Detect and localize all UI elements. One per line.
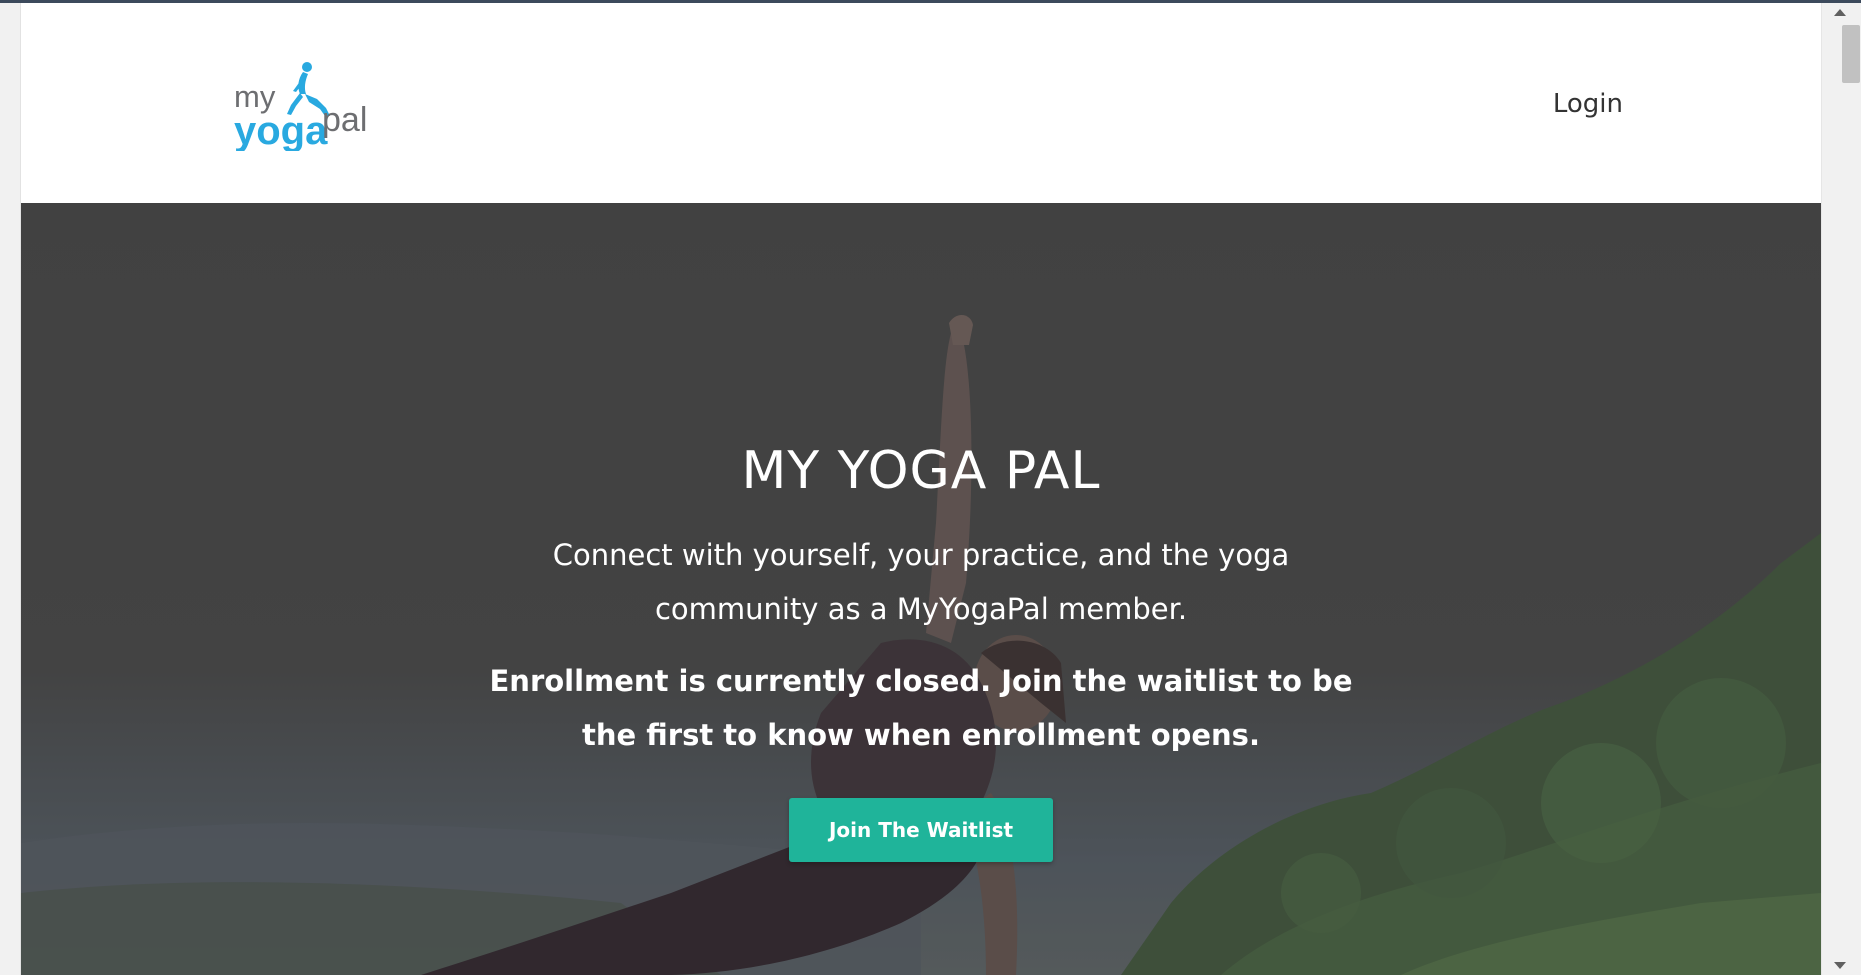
logo-word-pal: pal	[322, 101, 367, 139]
hero-title: MY YOGA PAL	[741, 441, 1101, 501]
site-logo[interactable]: my yoga pal	[234, 61, 384, 153]
hero-section: MY YOGA PAL Connect with yourself, your …	[21, 203, 1821, 975]
join-waitlist-button[interactable]: Join The Waitlist	[788, 798, 1054, 863]
logo-word-yoga: yoga	[234, 109, 328, 151]
page: my yoga pal Login MY YOGA PAL Connect wi…	[21, 3, 1821, 975]
scroll-down-arrow-icon[interactable]	[1834, 962, 1846, 969]
scroll-up-arrow-icon[interactable]	[1834, 9, 1846, 16]
window-left-edge	[0, 3, 21, 975]
scrollbar-thumb[interactable]	[1842, 25, 1860, 83]
login-link[interactable]: Login	[1553, 89, 1623, 119]
myyogapal-logo-icon: my yoga pal	[234, 62, 367, 153]
browser-viewport: my yoga pal Login MY YOGA PAL Connect wi…	[0, 0, 1861, 975]
hero-content: MY YOGA PAL Connect with yourself, your …	[471, 441, 1371, 863]
site-header: my yoga pal Login	[21, 3, 1821, 203]
hero-subtitle: Connect with yourself, your practice, an…	[552, 538, 1290, 627]
enrollment-notice: Enrollment is currently closed. Join the…	[489, 664, 1353, 753]
vertical-scrollbar[interactable]	[1821, 3, 1861, 975]
